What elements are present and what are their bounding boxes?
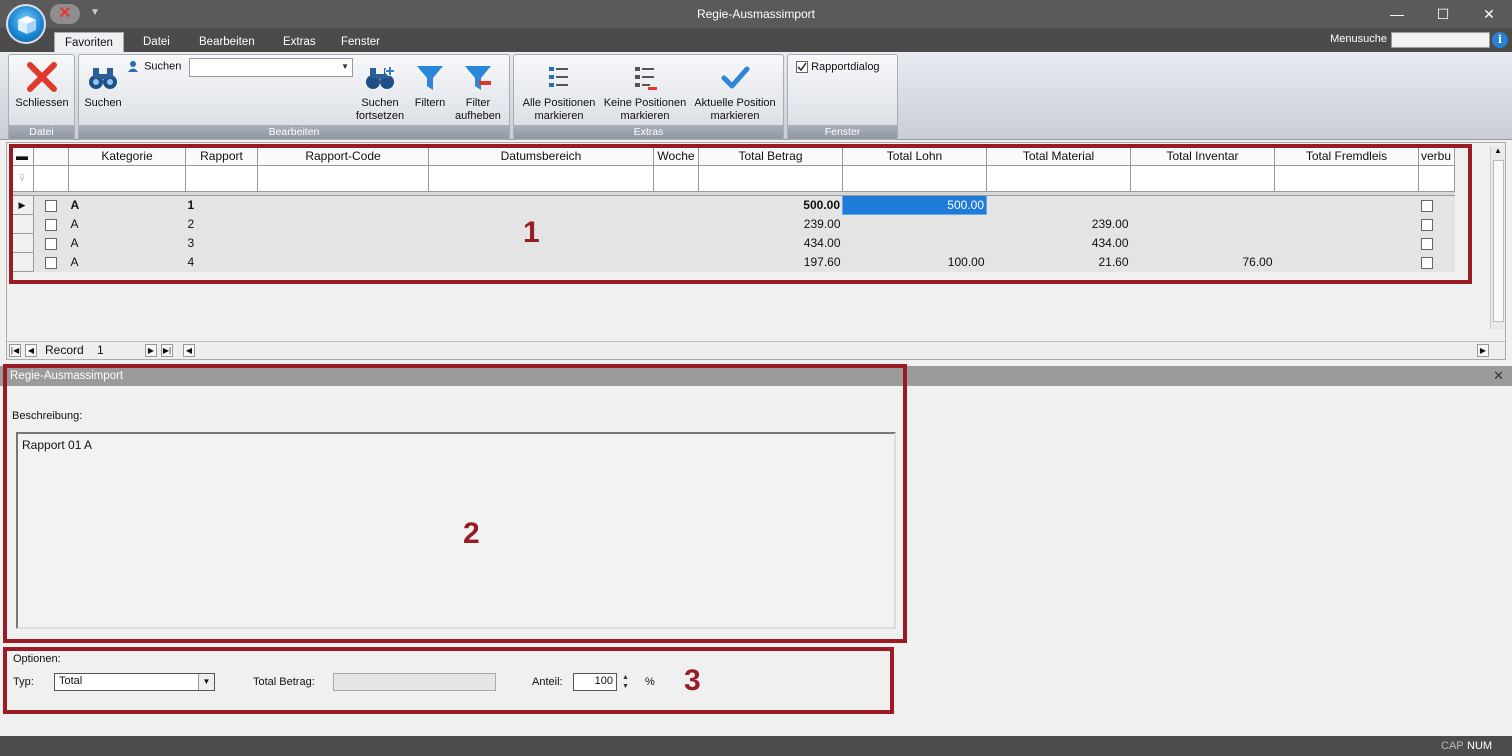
alle-positionen-label: Alle Positionen markieren (522, 97, 596, 122)
filter-remove-icon (465, 66, 491, 90)
suchen-fortsetzen-button[interactable]: Suchen fortsetzen (351, 63, 409, 123)
tab-bearbeiten[interactable]: Bearbeiten (189, 32, 265, 52)
schliessen-label: Schliessen (15, 97, 69, 109)
annotation-box-1 (9, 144, 1472, 284)
next-record-icon[interactable]: ▶ (145, 344, 157, 357)
rapportdialog-checkbox[interactable]: Rapportdialog (796, 61, 880, 74)
status-bar: CAP NUM (0, 736, 1512, 756)
close-x-icon (27, 62, 57, 92)
chevron-down-icon: ▼ (341, 62, 349, 71)
binoculars-plus-icon (366, 66, 395, 89)
group-label-extras: Extras (514, 125, 783, 139)
last-record-icon[interactable]: ▶| (161, 344, 173, 357)
filter-aufheben-button[interactable]: Filter aufheben (453, 63, 503, 123)
scroll-up-icon[interactable]: ▲ (1491, 146, 1505, 155)
title-bar: ✕ ▼ Regie-Ausmassimport — ☐ ✕ (0, 0, 1512, 28)
check-icon (797, 62, 807, 72)
group-label-bearbeiten: Bearbeiten (79, 125, 509, 139)
menusuche-input[interactable] (1391, 32, 1490, 48)
scroll-right-icon[interactable]: ▶ (1477, 344, 1489, 357)
aktuelle-position-button[interactable]: Aktuelle Position markieren (690, 63, 780, 123)
suchen-fortsetzen-label: Suchen fortsetzen (355, 97, 405, 122)
annotation-box-2 (3, 364, 907, 643)
suchen-small-label: Suchen (127, 60, 181, 73)
scroll-left-icon[interactable]: ◀ (183, 344, 195, 357)
filter-icon (417, 66, 443, 90)
tab-datei[interactable]: Datei (133, 32, 180, 52)
suchen-label: Suchen (84, 97, 122, 109)
aktuelle-position-label: Aktuelle Position markieren (694, 97, 776, 122)
rapportdialog-check[interactable] (796, 61, 808, 74)
app-menu-button[interactable] (6, 4, 46, 44)
filtern-button[interactable]: Filtern (409, 63, 451, 110)
tab-favoriten[interactable]: Favoriten (54, 32, 124, 52)
maximize-button[interactable]: ☐ (1420, 0, 1466, 28)
filter-aufheben-label: Filter aufheben (455, 97, 501, 122)
scroll-thumb[interactable] (1493, 160, 1504, 322)
list-uncheck-icon (635, 67, 657, 90)
minimize-button[interactable]: — (1374, 0, 1420, 28)
ribbon-group-datei: Schliessen Datei (8, 54, 75, 140)
ribbon-tabs: Favoriten Datei Bearbeiten Extras Fenste… (0, 28, 1512, 52)
checkmark-icon (721, 66, 750, 89)
annotation-box-3 (3, 647, 894, 714)
ribbon-group-bearbeiten: Suchen Suchen ▼ Suchen fortsetzen Filter (78, 54, 510, 140)
ribbon-group-fenster: Rapportdialog Fenster (787, 54, 898, 140)
alle-positionen-button[interactable]: Alle Positionen markieren (516, 63, 602, 123)
filtern-label: Filtern (414, 97, 446, 109)
annotation-number-2: 2 (463, 517, 480, 550)
binoculars-icon (89, 68, 117, 89)
cube-icon (18, 16, 36, 34)
tab-fenster[interactable]: Fenster (331, 32, 390, 52)
vertical-scrollbar[interactable]: ▲ (1490, 146, 1505, 329)
ribbon: Schliessen Datei Suchen Suchen ▼ Suchen … (0, 52, 1512, 140)
window-title: Regie-Ausmassimport (696, 7, 816, 21)
group-label-fenster: Fenster (788, 125, 897, 139)
ribbon-group-extras: Alle Positionen markieren Keine Position… (513, 54, 784, 140)
annotation-number-3: 3 (684, 664, 701, 697)
user-search-icon (128, 61, 138, 72)
record-label: Record (45, 343, 84, 357)
tab-extras[interactable]: Extras (273, 32, 326, 52)
prev-record-icon[interactable]: ◀ (25, 344, 37, 357)
info-icon[interactable]: i (1492, 32, 1508, 48)
list-check-all-icon (549, 67, 568, 87)
menusuche-label: Menusuche (1330, 33, 1387, 45)
annotation-number-1: 1 (523, 216, 540, 249)
status-num: NUM (1467, 740, 1493, 752)
first-record-icon[interactable]: |◀ (9, 344, 21, 357)
group-label-datei: Datei (9, 125, 74, 139)
close-panel-icon[interactable]: ✕ (1493, 366, 1504, 386)
schliessen-button[interactable]: Schliessen (13, 61, 71, 110)
status-cap: CAP (1441, 740, 1464, 752)
suchen-button[interactable]: Suchen (81, 63, 125, 110)
rapportdialog-label: Rapportdialog (811, 61, 880, 73)
search-combo[interactable]: ▼ (189, 58, 353, 77)
record-navigator: |◀ ◀ Record 1 ▶ ▶| ◀ ▶ (7, 341, 1505, 359)
keine-positionen-label: Keine Positionen markieren (603, 97, 687, 122)
record-value[interactable]: 1 (97, 343, 104, 357)
close-window-button[interactable]: ✕ (1466, 0, 1512, 28)
keine-positionen-button[interactable]: Keine Positionen markieren (601, 63, 689, 123)
